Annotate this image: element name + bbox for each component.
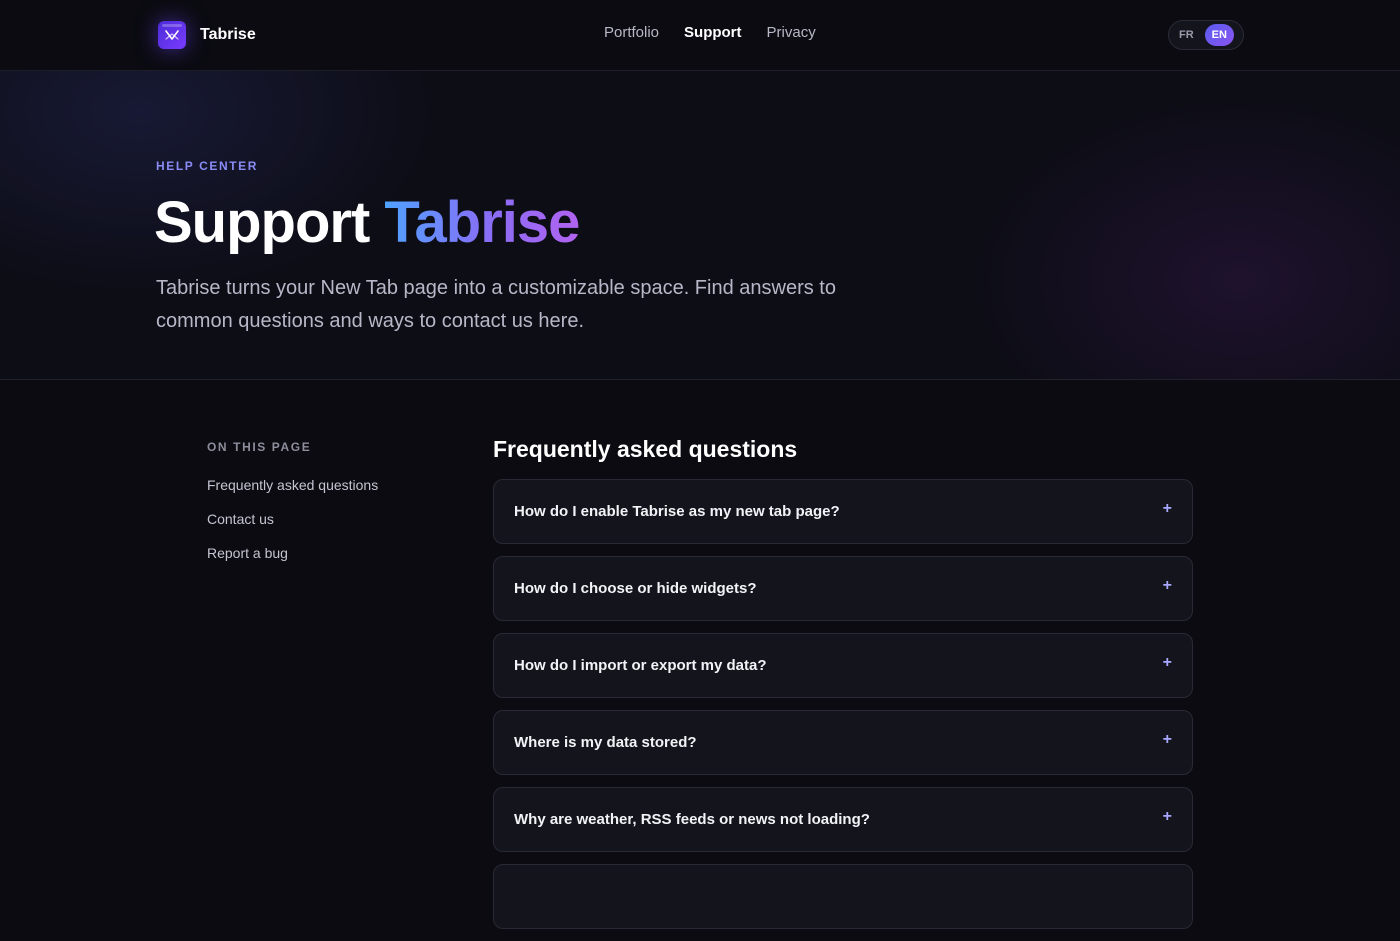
toc-link-faq[interactable]: Frequently asked questions <box>207 476 447 510</box>
faq-question: Why are weather, RSS feeds or news not l… <box>514 811 870 828</box>
tabrise-logo-icon <box>158 21 186 49</box>
nav-link-privacy[interactable]: Privacy <box>767 24 816 41</box>
faq-question: Where is my data stored? <box>514 734 697 751</box>
language-switcher: FR EN <box>1168 20 1244 50</box>
top-navigation-bar: Tabrise Portfolio Support Privacy FR EN <box>0 0 1400 71</box>
page-title: Support Tabrise <box>154 189 580 256</box>
hero-eyebrow: HELP CENTER <box>156 159 259 173</box>
page-title-accent: Tabrise <box>384 190 580 255</box>
plus-icon[interactable]: + <box>1163 808 1172 826</box>
faq-item-partial[interactable] <box>493 864 1193 929</box>
faq-question: How do I choose or hide widgets? <box>514 580 757 597</box>
on-this-page-nav: ON THIS PAGE Frequently asked questions … <box>207 440 447 578</box>
language-option-fr[interactable]: FR <box>1172 24 1201 46</box>
logo-glyph-icon <box>165 30 179 40</box>
faq-item[interactable]: How do I import or export my data? + <box>493 633 1193 698</box>
language-option-en[interactable]: EN <box>1204 24 1234 46</box>
faq-section: Frequently asked questions How do I enab… <box>493 436 1193 941</box>
plus-icon[interactable]: + <box>1163 731 1172 749</box>
faq-item[interactable]: How do I enable Tabrise as my new tab pa… <box>493 479 1193 544</box>
faq-question: How do I import or export my data? <box>514 657 767 674</box>
toc-title: ON THIS PAGE <box>207 440 312 454</box>
faq-title: Frequently asked questions <box>493 436 798 462</box>
nav-link-portfolio[interactable]: Portfolio <box>604 24 659 41</box>
brand-name: Tabrise <box>200 26 256 43</box>
nav-link-support[interactable]: Support <box>684 24 742 41</box>
toc-link-report-bug[interactable]: Report a bug <box>207 544 447 578</box>
main-nav: Portfolio Support Privacy <box>604 24 816 41</box>
brand[interactable]: Tabrise <box>158 20 256 50</box>
faq-item[interactable]: Why are weather, RSS feeds or news not l… <box>493 787 1193 852</box>
plus-icon[interactable]: + <box>1163 500 1172 518</box>
hero-section: HELP CENTER Support Tabrise Tabrise turn… <box>0 71 1400 380</box>
page-title-plain: Support <box>154 190 370 255</box>
faq-item[interactable]: Where is my data stored? + <box>493 710 1193 775</box>
faq-item[interactable]: How do I choose or hide widgets? + <box>493 556 1193 621</box>
faq-question: How do I enable Tabrise as my new tab pa… <box>514 503 840 520</box>
toc-link-contact[interactable]: Contact us <box>207 510 447 544</box>
plus-icon[interactable]: + <box>1163 654 1172 672</box>
hero-description: Tabrise turns your New Tab page into a c… <box>156 277 836 332</box>
plus-icon[interactable]: + <box>1163 577 1172 595</box>
